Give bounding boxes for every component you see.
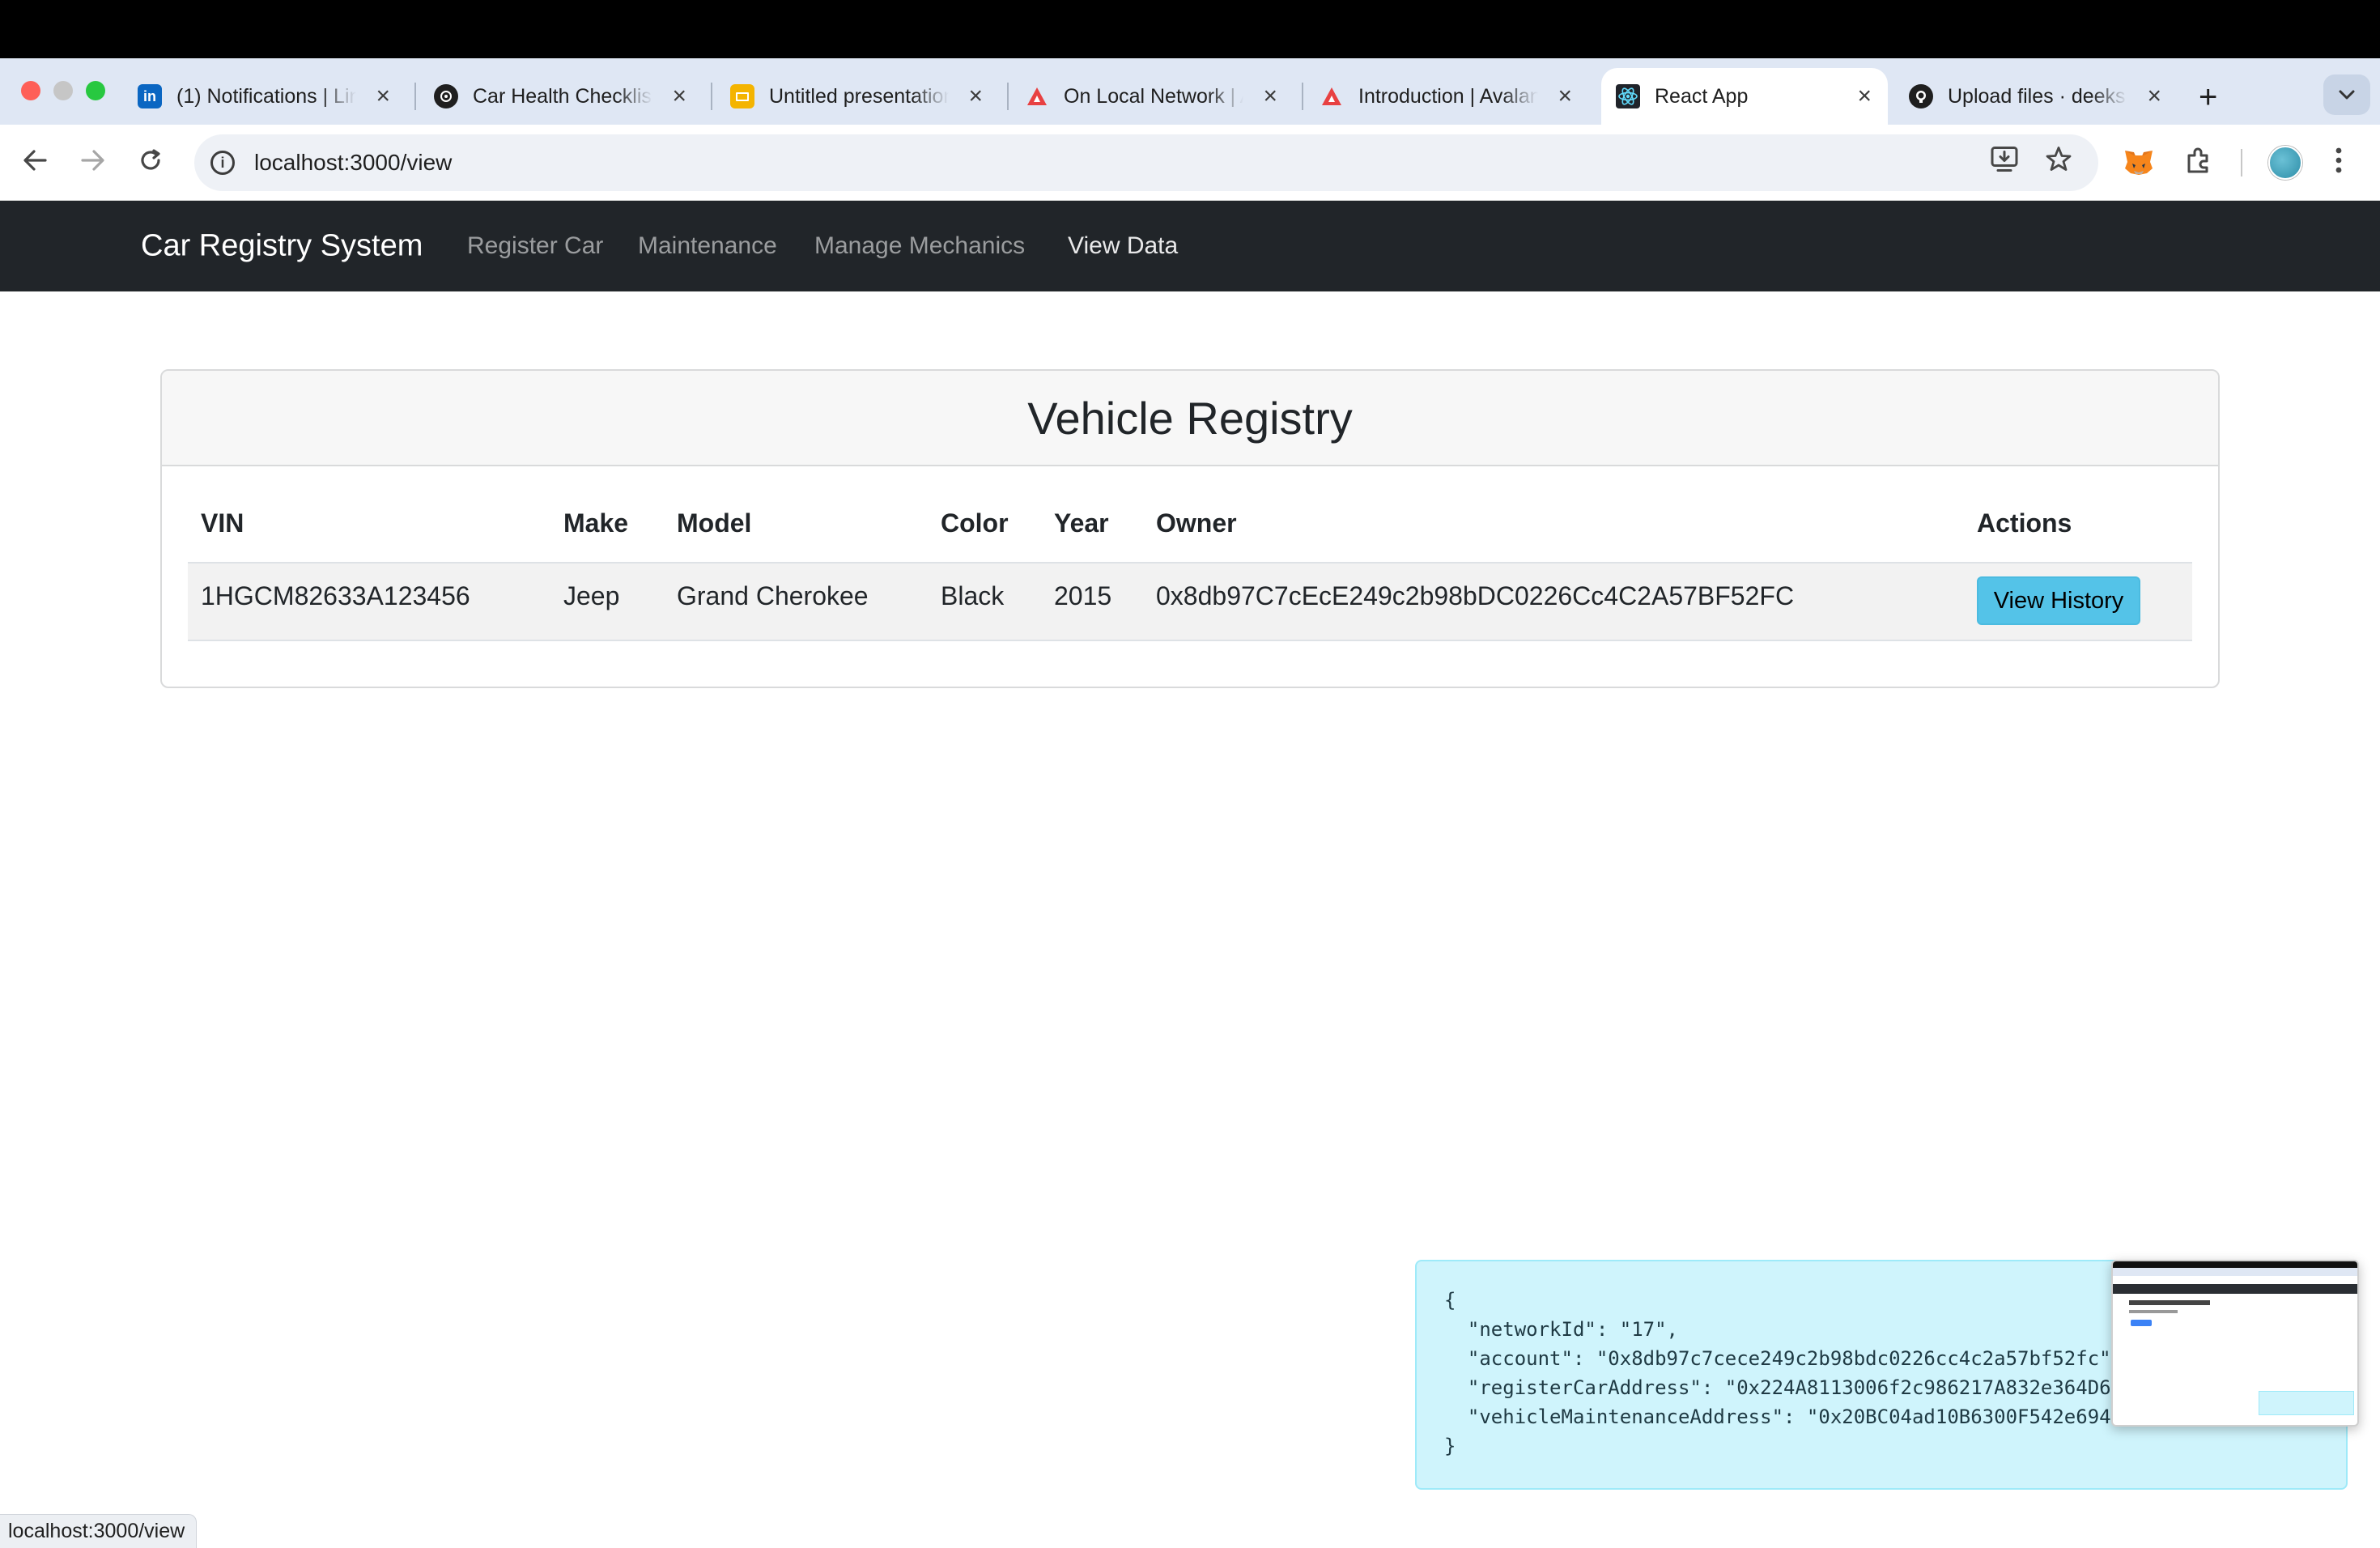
tab-strip: in (1) Notifications | LinkedIn × Car He… [0, 58, 2380, 125]
preview-bar [2113, 1268, 2357, 1276]
tab-local-network[interactable]: On Local Network | Avalanche × [1025, 68, 1294, 125]
linkedin-icon: in [138, 84, 162, 108]
preview-button [2131, 1320, 2152, 1326]
column-header-color: Color [941, 508, 1009, 538]
tab-title: Car Health Checklist [473, 84, 652, 108]
tab-linkedin[interactable]: in (1) Notifications | LinkedIn × [138, 68, 406, 125]
json-close-brace: } [1444, 1435, 1456, 1457]
card-header: Vehicle Registry [162, 371, 2218, 466]
preview-json-panel [2259, 1391, 2354, 1415]
column-header-actions: Actions [1977, 508, 2072, 538]
install-app-icon[interactable] [1990, 146, 2019, 181]
tab-title: On Local Network | Avalanche [1064, 84, 1243, 108]
close-window-button[interactable] [21, 81, 40, 100]
slides-icon [730, 84, 754, 108]
cell-color: Black [941, 581, 1005, 610]
forward-icon[interactable] [79, 148, 107, 177]
preview-strip [2113, 1261, 2357, 1268]
debug-json-text: { "networkId": "17", "account": "0x8db97… [1444, 1286, 2123, 1461]
extensions-icon[interactable] [2184, 146, 2213, 180]
cell-vin: 1HGCM82633A123456 [201, 581, 470, 610]
tab-separator [1302, 83, 1303, 110]
toolbar-divider [2241, 149, 2242, 176]
avalanche-icon [1320, 84, 1344, 108]
screenshot-preview-thumbnail[interactable] [2111, 1260, 2359, 1427]
card-title: Vehicle Registry [1027, 392, 1353, 444]
app-navbar: Car Registry System Register Car Mainten… [0, 201, 2380, 291]
metamask-extension-icon[interactable] [2123, 149, 2155, 176]
preview-navbar [2113, 1284, 2357, 1294]
preview-title [2129, 1300, 2210, 1305]
maximize-window-button[interactable] [86, 81, 105, 100]
close-icon[interactable]: × [2147, 84, 2161, 108]
table-row: 1HGCM82633A123456 Jeep Grand Cherokee Bl… [188, 562, 2192, 641]
vehicle-registry-card: Vehicle Registry VIN Make Model Color Ye… [160, 369, 2220, 688]
react-icon [1616, 84, 1640, 108]
close-icon[interactable]: × [1558, 84, 1572, 108]
json-line-register-car-address: "registerCarAddress": "0x224A8113006f2c9… [1444, 1376, 2111, 1399]
tab-title: Introduction | Avalanche [1358, 84, 1538, 108]
tab-search-button[interactable] [2323, 74, 2370, 115]
close-icon[interactable]: × [1857, 84, 1872, 108]
column-header-owner: Owner [1156, 508, 1237, 538]
back-icon[interactable] [21, 148, 49, 177]
tab-separator [414, 83, 416, 110]
github-icon [1909, 84, 1933, 108]
browser-window: in (1) Notifications | LinkedIn × Car He… [0, 0, 2380, 1548]
chevron-down-icon [2339, 90, 2355, 100]
tab-github[interactable]: Upload files · deeks × [1909, 68, 2178, 125]
cell-make: Jeep [563, 581, 620, 610]
close-icon[interactable]: × [1263, 84, 1277, 108]
preview-subtitle [2129, 1310, 2178, 1313]
column-header-model: Model [677, 508, 752, 538]
nav-link-manage-mechanics[interactable]: Manage Mechanics [814, 232, 1025, 260]
cell-model: Grand Cherokee [677, 581, 869, 610]
navbar-brand[interactable]: Car Registry System [141, 229, 423, 264]
json-line-network-id: "networkId": "17", [1444, 1318, 1678, 1341]
url-text[interactable]: localhost:3000/view [254, 150, 452, 176]
column-header-vin: VIN [201, 508, 244, 538]
nav-link-register-car[interactable]: Register Car [467, 232, 603, 260]
json-open-brace: { [1444, 1289, 1456, 1312]
address-bar[interactable]: i localhost:3000/view [194, 134, 2098, 191]
avalanche-icon [1025, 84, 1049, 108]
minimize-window-button[interactable] [53, 81, 73, 100]
tab-introduction[interactable]: Introduction | Avalanche × [1320, 68, 1588, 125]
tab-separator [711, 83, 712, 110]
tab-react-app[interactable]: React App × [1601, 68, 1888, 125]
browser-toolbar: i localhost:3000/view [0, 125, 2380, 201]
column-header-year: Year [1054, 508, 1109, 538]
profile-avatar[interactable] [2268, 145, 2302, 180]
tab-title: (1) Notifications | LinkedIn [176, 84, 356, 108]
tab-presentation[interactable]: Untitled presentation × [730, 68, 999, 125]
close-icon[interactable]: × [968, 84, 983, 108]
link-status-bubble: localhost:3000/view [0, 1514, 198, 1548]
top-bar [0, 0, 2380, 58]
tab-title: Untitled presentation [769, 84, 949, 108]
chatgpt-icon [434, 84, 458, 108]
column-header-make: Make [563, 508, 629, 538]
json-line-account: "account": "0x8db97c7cece249c2b98bdc0226… [1444, 1347, 2123, 1370]
nav-link-view-data[interactable]: View Data [1068, 232, 1178, 260]
close-icon[interactable]: × [672, 84, 686, 108]
tab-separator [1007, 83, 1009, 110]
view-history-button[interactable]: View History [1977, 576, 2140, 625]
cell-owner: 0x8db97C7cEcE249c2b98bDC0226Cc4C2A57BF52… [1156, 581, 1795, 610]
reload-icon[interactable] [138, 147, 164, 178]
tab-title: Upload files · deeks [1948, 84, 2126, 108]
bookmark-star-icon[interactable] [2045, 146, 2072, 181]
nav-link-maintenance[interactable]: Maintenance [638, 232, 777, 260]
site-info-icon[interactable]: i [210, 151, 235, 175]
json-line-vehicle-maintenance-address: "vehicleMaintenanceAddress": "0x20BC04ad… [1444, 1406, 2111, 1428]
tab-car-health[interactable]: Car Health Checklist × [434, 68, 703, 125]
tab-title: React App [1655, 84, 1749, 108]
new-tab-button[interactable]: + [2199, 81, 2217, 113]
more-menu-icon[interactable] [2335, 147, 2343, 179]
close-icon[interactable]: × [376, 84, 390, 108]
cell-year: 2015 [1054, 581, 1112, 610]
